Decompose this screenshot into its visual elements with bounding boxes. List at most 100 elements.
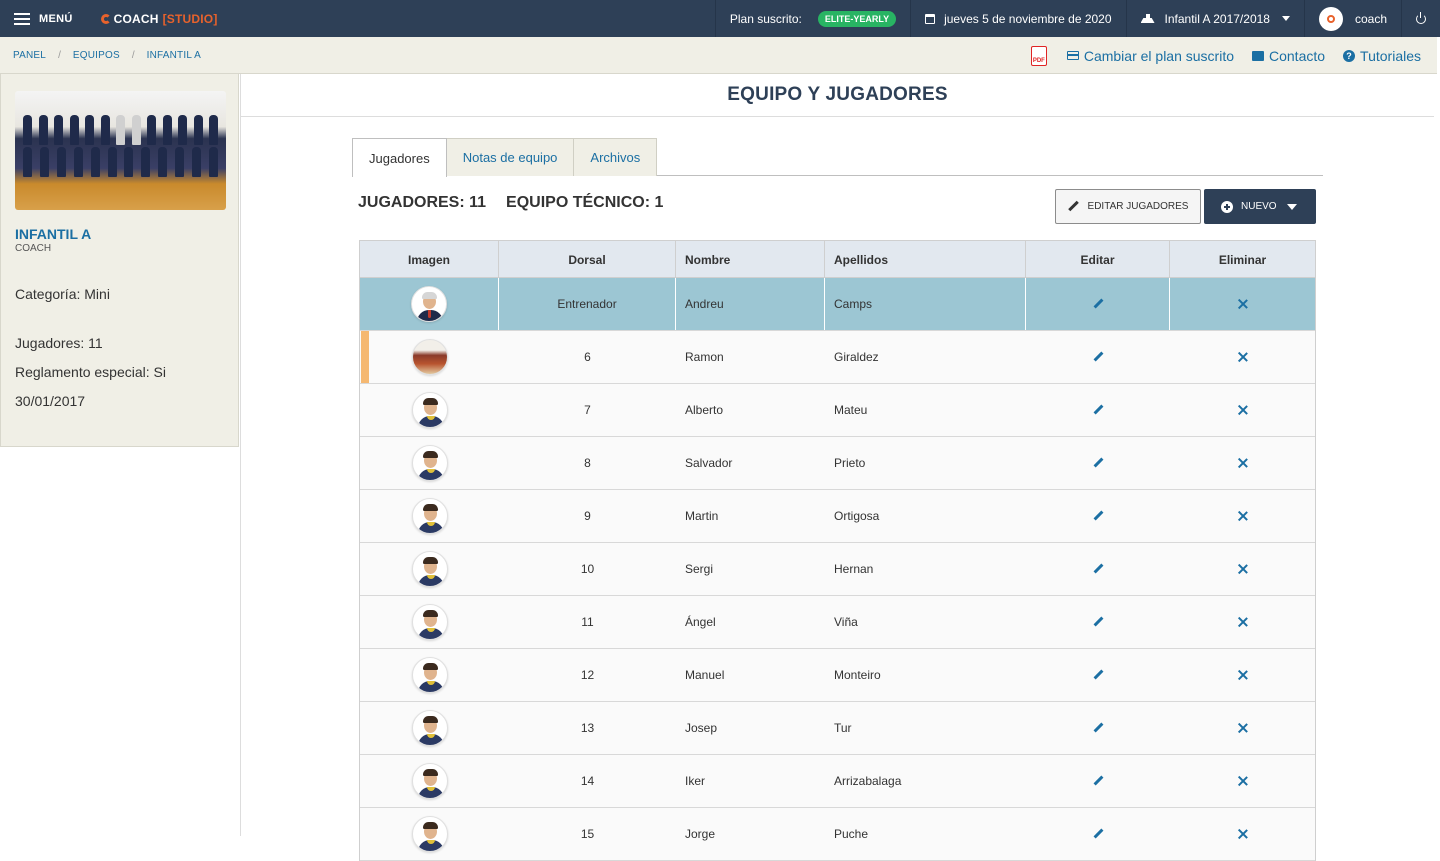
player-avatar[interactable] — [411, 710, 448, 746]
pencil-icon[interactable] — [1092, 616, 1104, 628]
user-menu[interactable]: coach — [1303, 0, 1401, 37]
table-row[interactable]: 11 Ángel Viña — [360, 596, 1315, 649]
close-icon[interactable] — [1238, 564, 1248, 574]
tab-notas-de-equipo[interactable]: Notas de equipo — [445, 138, 575, 176]
players-table: Imagen Dorsal Nombre Apellidos Editar El… — [359, 240, 1316, 861]
close-icon[interactable] — [1238, 776, 1248, 786]
pencil-icon[interactable] — [1092, 722, 1104, 734]
cell-editar — [1026, 755, 1170, 807]
edit-players-button[interactable]: EDITAR JUGADORES — [1055, 189, 1201, 224]
pencil-icon[interactable] — [1092, 775, 1104, 787]
team-players-count: Jugadores: 11 — [15, 335, 103, 351]
pencil-icon[interactable] — [1092, 828, 1104, 840]
team-date: 30/01/2017 — [15, 393, 86, 409]
cell-imagen — [360, 278, 499, 330]
player-avatar[interactable] — [411, 604, 448, 640]
close-icon[interactable] — [1238, 617, 1248, 627]
staff-count: EQUIPO TÉCNICO: 1 — [506, 194, 664, 211]
roster-counts: JUGADORES: 11 EQUIPO TÉCNICO: 1 — [358, 194, 663, 212]
tab-jugadores[interactable]: Jugadores — [352, 138, 447, 177]
header-apellidos[interactable]: Apellidos — [825, 241, 1026, 278]
logout-button[interactable] — [1401, 0, 1440, 37]
cell-eliminar — [1170, 649, 1315, 701]
cell-dorsal: 11 — [581, 615, 594, 629]
table-row[interactable]: 15 Jorge Puche — [360, 808, 1315, 861]
player-avatar[interactable] — [411, 551, 448, 587]
pdf-icon[interactable]: PDF — [1030, 45, 1047, 66]
close-icon[interactable] — [1238, 352, 1248, 362]
chat-icon — [1252, 50, 1264, 61]
tab-archivos[interactable]: Archivos — [573, 138, 658, 176]
table-row[interactable]: Entrenador Andreu Camps — [360, 278, 1315, 331]
close-icon[interactable] — [1238, 405, 1248, 415]
cell-nombre: Iker — [685, 774, 706, 788]
player-avatar[interactable] — [411, 286, 447, 322]
cell-eliminar — [1170, 808, 1315, 860]
close-icon[interactable] — [1238, 511, 1248, 521]
contact-link[interactable]: Contacto — [1252, 48, 1325, 64]
close-icon[interactable] — [1238, 670, 1248, 680]
player-avatar[interactable] — [411, 657, 448, 693]
menu-button[interactable]: MENÚ — [0, 0, 73, 37]
table-row[interactable]: 10 Sergi Hernan — [360, 543, 1315, 596]
table-row[interactable]: 13 Josep Tur — [360, 702, 1315, 755]
pencil-icon[interactable] — [1092, 563, 1104, 575]
cell-editar — [1026, 384, 1170, 436]
power-icon — [1416, 11, 1426, 24]
player-avatar[interactable] — [411, 498, 448, 534]
cell-imagen — [360, 808, 499, 860]
pencil-icon[interactable] — [1092, 298, 1104, 310]
edit-players-label: EDITAR JUGADORES — [1087, 201, 1189, 212]
cell-editar — [1026, 490, 1170, 542]
cell-imagen — [360, 437, 499, 489]
player-avatar[interactable] — [411, 339, 448, 375]
close-icon[interactable] — [1238, 458, 1248, 468]
breadcrumb-infantil-a[interactable]: INFANTIL A — [147, 50, 201, 61]
cell-nombre: Jorge — [685, 827, 716, 841]
cell-eliminar — [1170, 490, 1315, 542]
pencil-icon[interactable] — [1092, 351, 1104, 363]
pencil-icon[interactable] — [1092, 669, 1104, 681]
team-role: COACH — [15, 243, 52, 254]
cell-apellidos: Prieto — [834, 456, 866, 470]
court-icon — [1141, 14, 1155, 23]
cell-dorsal: 15 — [580, 827, 595, 841]
header-dorsal[interactable]: Dorsal — [499, 241, 676, 278]
header-imagen[interactable]: Imagen — [360, 241, 499, 278]
table-row[interactable]: 14 Iker Arrizabalaga — [360, 755, 1315, 808]
change-plan-link[interactable]: Cambiar el plan suscrito — [1066, 48, 1234, 64]
app-logo[interactable]: COACH [STUDIO] — [100, 12, 218, 26]
breadcrumb-equipos[interactable]: EQUIPOS — [73, 50, 120, 61]
cell-dorsal: 10 — [580, 562, 595, 576]
date-display[interactable]: jueves 5 de noviembre de 2020 — [910, 0, 1125, 37]
pencil-icon[interactable] — [1092, 457, 1104, 469]
close-icon[interactable] — [1238, 723, 1248, 733]
close-icon[interactable] — [1238, 829, 1248, 839]
player-avatar[interactable] — [411, 816, 448, 852]
new-button[interactable]: NUEVO — [1204, 189, 1316, 224]
pencil-icon[interactable] — [1092, 404, 1104, 416]
cell-imagen — [360, 543, 499, 595]
breadcrumb-panel[interactable]: PANEL — [13, 50, 46, 61]
player-avatar[interactable] — [411, 445, 448, 481]
cell-apellidos: Monteiro — [834, 668, 881, 682]
table-row[interactable]: 12 Manuel Monteiro — [360, 649, 1315, 702]
table-row[interactable]: 7 Alberto Mateu — [360, 384, 1315, 437]
pencil-icon[interactable] — [1092, 510, 1104, 522]
cell-editar — [1026, 331, 1170, 383]
table-row[interactable]: 6 Ramon Giraldez — [360, 331, 1315, 384]
player-avatar[interactable] — [411, 763, 448, 799]
cell-apellidos: Ortigosa — [834, 509, 880, 523]
players-count: JUGADORES: 11 — [358, 194, 487, 211]
team-selector[interactable]: Infantil A 2017/2018 — [1125, 0, 1304, 37]
new-label: NUEVO — [1241, 201, 1277, 212]
table-row[interactable]: 8 Salvador Prieto — [360, 437, 1315, 490]
header-nombre[interactable]: Nombre — [676, 241, 825, 278]
table-row[interactable]: 9 Martin Ortigosa — [360, 490, 1315, 543]
close-icon[interactable] — [1238, 299, 1248, 309]
player-avatar[interactable] — [411, 392, 448, 428]
plan-label: Plan suscrito: — [729, 11, 802, 26]
tutorials-link[interactable]: ? Tutoriales — [1343, 48, 1421, 64]
cell-nombre: Ramon — [685, 350, 724, 364]
chevron-down-icon[interactable] — [1287, 204, 1297, 210]
